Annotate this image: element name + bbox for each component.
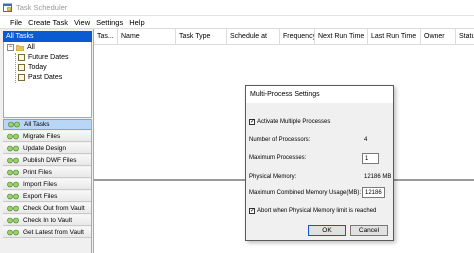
calendar-icon — [18, 54, 25, 61]
menu-bar: File Create Task View Settings Help — [0, 16, 474, 29]
column-header-task[interactable]: Tas... — [94, 29, 118, 44]
task-item-update-design[interactable]: Update Design — [3, 143, 91, 154]
tree-node-today[interactable]: Today — [18, 64, 47, 71]
task-item-label: Export Files — [23, 192, 58, 200]
glasses-icon — [7, 217, 19, 223]
task-item-label: Check In to Vault — [23, 216, 73, 224]
dialog-title: Multi-Process Settings — [246, 86, 393, 103]
calendar-icon — [18, 74, 25, 81]
task-item-publish-dwf-files[interactable]: Publish DWF Files — [3, 155, 91, 166]
task-item-label: All Tasks — [24, 121, 50, 128]
multi-process-settings-dialog: Multi-Process Settings ✓ Activate Multip… — [245, 85, 394, 241]
abort-on-memory-limit-checkbox[interactable]: ✓ Abort when Physical Memory limit is re… — [249, 208, 376, 214]
task-item-label: Update Design — [23, 144, 66, 152]
task-item-label: Print Files — [23, 168, 52, 176]
task-item-check-out-from-vault[interactable]: Check Out from Vault — [3, 203, 91, 214]
task-type-list: All Tasks Migrate Files Update Design Pu… — [3, 119, 92, 253]
calendar-icon — [18, 64, 25, 71]
tree-node-label: Past Dates — [28, 74, 63, 81]
max-processes-input[interactable]: 1 — [362, 153, 379, 164]
tree-node-label: Today — [28, 64, 47, 71]
task-item-label: Get Latest from Vault — [23, 228, 84, 236]
max-processes-label: Maximum Processes: — [249, 155, 307, 161]
activate-multiple-processes-label: Activate Multiple Processes — [257, 119, 331, 125]
glasses-icon — [7, 169, 19, 175]
glasses-icon — [7, 205, 19, 211]
menu-help[interactable]: Help — [129, 18, 144, 27]
glasses-icon — [7, 133, 19, 139]
column-header-owner[interactable]: Owner — [421, 29, 456, 44]
glasses-icon — [8, 121, 20, 128]
column-header-last-run-time[interactable]: Last Run Time — [368, 29, 421, 44]
ok-button[interactable]: OK — [308, 225, 346, 236]
collapse-toggle-icon[interactable]: − — [7, 44, 14, 51]
menu-file[interactable]: File — [10, 18, 22, 27]
column-header-schedule-at[interactable]: Schedule at — [227, 29, 280, 44]
menu-view[interactable]: View — [74, 18, 90, 27]
task-item-all-tasks[interactable]: All Tasks — [3, 119, 91, 130]
column-header-status[interactable]: Statu — [456, 29, 474, 44]
checkbox-check-icon[interactable]: ✓ — [249, 119, 255, 125]
window-title: Task Scheduler — [16, 3, 68, 12]
task-item-label: Check Out from Vault — [23, 204, 85, 212]
column-header-name[interactable]: Name — [118, 29, 176, 44]
tree-node-label: All — [27, 44, 35, 51]
checkbox-check-icon[interactable]: ✓ — [249, 208, 255, 214]
folder-icon — [16, 44, 24, 51]
max-combined-memory-label: Maximum Combined Memory Usage(MB): — [249, 190, 362, 196]
task-scheduler-app-icon — [3, 3, 12, 12]
glasses-icon — [7, 181, 19, 187]
tree-node-future-dates[interactable]: Future Dates — [18, 54, 68, 61]
tree-connector — [15, 53, 16, 83]
physical-memory-label: Physical Memory: — [249, 174, 297, 180]
task-item-print-files[interactable]: Print Files — [3, 167, 91, 178]
task-item-check-in-to-vault[interactable]: Check In to Vault — [3, 215, 91, 226]
menu-create-task[interactable]: Create Task — [28, 18, 68, 27]
task-item-get-latest-from-vault[interactable]: Get Latest from Vault — [3, 227, 91, 238]
tree-node-label: Future Dates — [28, 54, 69, 61]
column-header-next-run-time[interactable]: Next Run Time — [315, 29, 368, 44]
glasses-icon — [7, 229, 19, 235]
task-item-migrate-files[interactable]: Migrate Files — [3, 131, 91, 142]
processors-value: 4 — [364, 137, 368, 143]
task-item-label: Publish DWF Files — [23, 156, 77, 164]
menu-settings[interactable]: Settings — [96, 18, 123, 27]
glasses-icon — [7, 145, 19, 151]
cancel-button[interactable]: Cancel — [350, 225, 388, 236]
title-bar: Task Scheduler — [0, 0, 474, 16]
abort-on-memory-limit-label: Abort when Physical Memory limit is reac… — [257, 208, 377, 214]
header-divider — [94, 44, 474, 45]
max-combined-memory-input[interactable]: 12186 — [362, 187, 385, 198]
tree-node-past-dates[interactable]: Past Dates — [18, 74, 62, 81]
column-header-task-type[interactable]: Task Type — [176, 29, 227, 44]
task-item-import-files[interactable]: Import Files — [3, 179, 91, 190]
task-item-label: Import Files — [23, 180, 57, 188]
task-item-label: Migrate Files — [23, 132, 61, 140]
tree-node-all[interactable]: − All — [7, 44, 35, 51]
tree-header: All Tasks — [3, 31, 92, 42]
physical-memory-value: 12186 MB — [364, 174, 392, 180]
glasses-icon — [7, 193, 19, 199]
processors-label: Number of Processors: — [249, 137, 311, 143]
glasses-icon — [7, 157, 19, 163]
task-tree: − All Future Dates Today Past Dates — [3, 42, 92, 118]
column-header-frequency[interactable]: Frequency — [280, 29, 315, 44]
task-item-export-files[interactable]: Export Files — [3, 191, 91, 202]
activate-multiple-processes-checkbox[interactable]: ✓ Activate Multiple Processes — [249, 119, 330, 125]
